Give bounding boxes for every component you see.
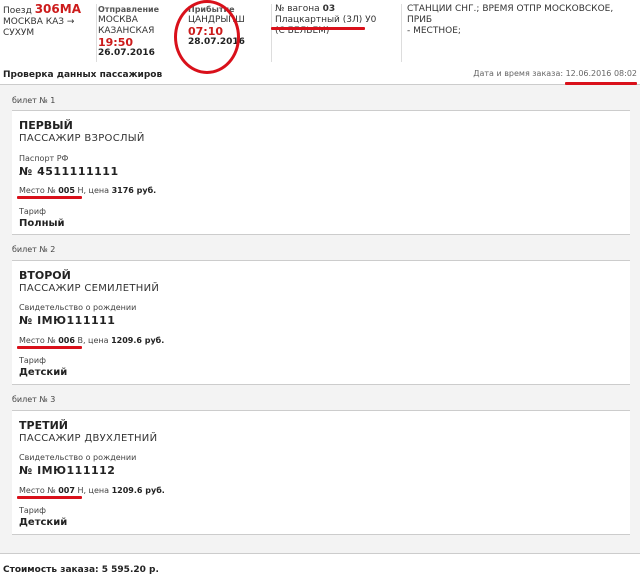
ticket-label-1: билет № 1	[12, 96, 56, 105]
document-number: № 4511111111	[19, 165, 119, 178]
car-type: Плацкартный (3Л) У0	[275, 15, 377, 25]
passenger-surname: ВТОРОЙ	[19, 269, 71, 282]
train-label: Поезд	[3, 6, 32, 16]
route-to: СУХУМ	[3, 28, 35, 38]
seat-number: 006	[58, 336, 75, 345]
order-total-bar: Стоимость заказа: 5 595.20 р.	[0, 553, 640, 582]
document-number: № IМЮ111111	[19, 314, 116, 327]
car-number: 03	[322, 4, 336, 14]
tariff-value: Полный	[19, 218, 65, 229]
departure-station-1: МОСКВА	[98, 15, 138, 25]
seat-label: Место №	[19, 486, 56, 495]
passenger-surname: ПЕРВЫЙ	[19, 119, 73, 132]
total-value: 5 595.20 р.	[101, 565, 159, 575]
departure-date: 26.07.2016	[98, 48, 155, 58]
seat-price-line: Место № 005 Н, цена 3176 руб.	[19, 186, 156, 195]
price-label: , цена	[83, 486, 110, 495]
passenger-type: ПАССАЖИР СЕМИЛЕТНИЙ	[19, 283, 160, 294]
order-date: Дата и время заказа: 12.06.2016 08:02	[473, 69, 637, 78]
order-total: Стоимость заказа: 5 595.20 р.	[3, 565, 159, 575]
seat-number: 007	[58, 486, 75, 495]
passenger-type: ПАССАЖИР ДВУХЛЕТНИЙ	[19, 433, 158, 444]
seat-underline-3	[17, 496, 82, 499]
seat-price-line: Место № 006 В, цена 1209.6 руб.	[19, 336, 164, 345]
ticket-label-2: билет № 2	[12, 245, 56, 254]
trip-header: Поезд 306МА МОСКВА КАЗ → СУХУМ Отправлен…	[0, 0, 640, 66]
tariff-value: Детский	[19, 367, 68, 378]
document-type: Свидетельство о рождении	[19, 303, 137, 312]
order-date-label: Дата и время заказа:	[473, 69, 564, 78]
departure-label: Отправление	[98, 5, 159, 14]
passenger-type: ПАССАЖИР ВЗРОСЛЫЙ	[19, 133, 145, 144]
route-from: МОСКВА КАЗ →	[3, 17, 75, 27]
route-note: СТАНЦИИ СНГ.; ВРЕМЯ ОТПР МОСКОВСКОЕ, ПРИ…	[401, 4, 637, 62]
note-line-2: - МЕСТНОЕ;	[407, 26, 461, 36]
departure-time: 19:50	[98, 36, 134, 49]
tariff-value: Детский	[19, 517, 68, 528]
car-info: № вагона 03 Плацкартный (3Л) У0 (С БЕЛЬЕ…	[271, 4, 396, 62]
car-type-underline	[271, 27, 365, 30]
price-value: 1209.6 руб.	[111, 336, 165, 345]
seat-underline-1	[17, 196, 82, 199]
note-line-1: СТАНЦИИ СНГ.; ВРЕМЯ ОТПР МОСКОВСКОЕ, ПРИ…	[407, 4, 614, 25]
train-info: Поезд 306МА МОСКВА КАЗ → СУХУМ	[3, 2, 89, 39]
ticket-label-3: билет № 3	[12, 395, 56, 404]
tariff-label: Тариф	[19, 506, 46, 515]
price-value: 1209.6 руб.	[111, 486, 165, 495]
ticket-card-1: ПЕРВЫЙ ПАССАЖИР ВЗРОСЛЫЙ Паспорт РФ № 45…	[12, 110, 630, 235]
seat-label: Место №	[19, 336, 56, 345]
document-type: Паспорт РФ	[19, 154, 69, 163]
order-date-value: 12.06.2016 08:02	[565, 69, 637, 78]
tariff-label: Тариф	[19, 356, 46, 365]
document-number: № IМЮ111112	[19, 464, 116, 477]
tariff-label: Тариф	[19, 207, 46, 216]
price-label: , цена	[83, 186, 110, 195]
train-number: 306МА	[34, 2, 81, 16]
ticket-card-3: ТРЕТИЙ ПАССАЖИР ДВУХЛЕТНИЙ Свидетельство…	[12, 410, 630, 535]
page-title: Проверка данных пассажиров	[3, 70, 163, 80]
ticket-card-2: ВТОРОЙ ПАССАЖИР СЕМИЛЕТНИЙ Свидетельство…	[12, 260, 630, 385]
title-bar: Проверка данных пассажиров Дата и время …	[0, 67, 640, 85]
document-type: Свидетельство о рождении	[19, 453, 137, 462]
car-label: № вагона	[275, 4, 320, 14]
seat-underline-2	[17, 346, 82, 349]
seat-price-line: Место № 007 Н, цена 1209.6 руб.	[19, 486, 165, 495]
total-label: Стоимость заказа:	[3, 565, 99, 575]
arrival-highlight-circle	[174, 0, 240, 74]
seat-number: 005	[58, 186, 75, 195]
price-label: , цена	[82, 336, 109, 345]
passenger-surname: ТРЕТИЙ	[19, 419, 68, 432]
passengers-section: билет № 1 ПЕРВЫЙ ПАССАЖИР ВЗРОСЛЫЙ Паспо…	[0, 85, 640, 553]
seat-label: Место №	[19, 186, 56, 195]
price-value: 3176 руб.	[111, 186, 157, 195]
departure-info: Отправление МОСКВА КАЗАНСКАЯ 19:50 26.07…	[96, 4, 178, 62]
